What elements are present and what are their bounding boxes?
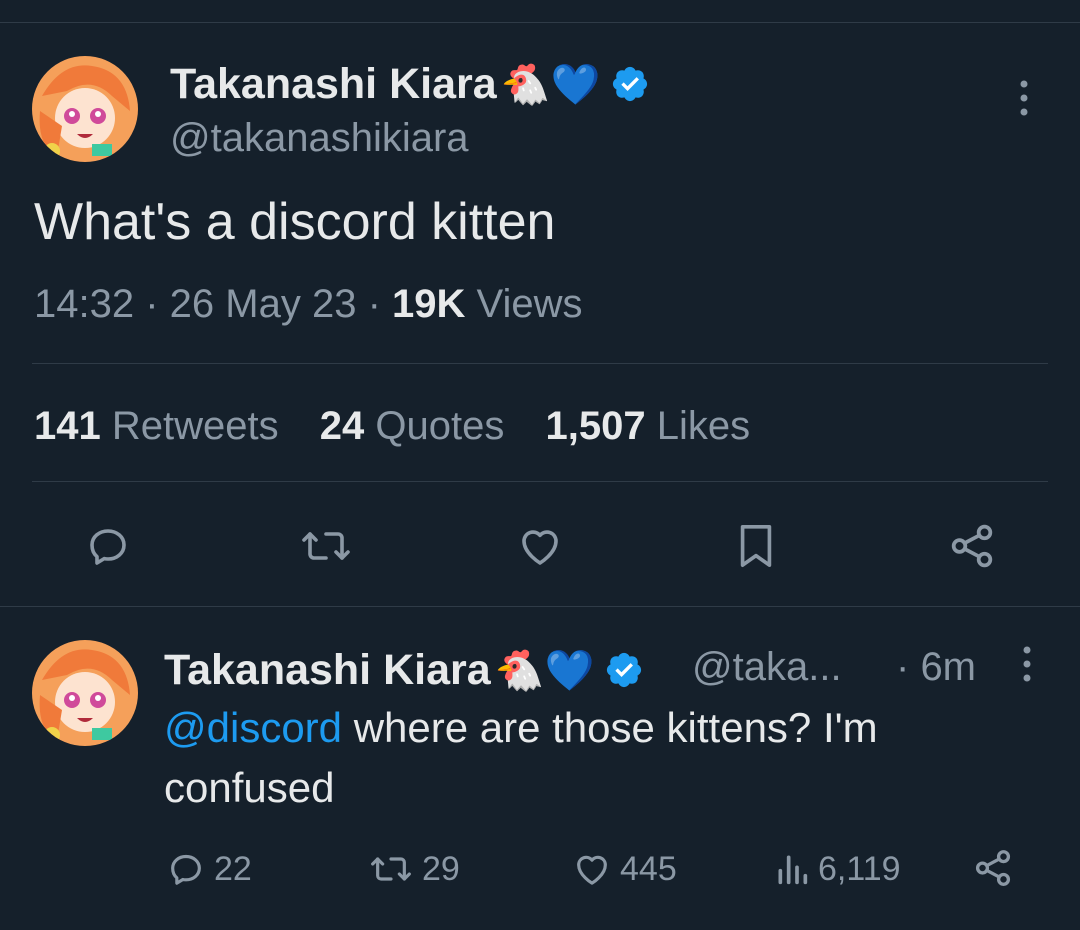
reply-author-handle[interactable]: @taka... [692,645,842,690]
likes-stat[interactable]: 1,507 Likes [545,404,750,448]
share-icon[interactable] [944,520,1000,572]
reply-button[interactable]: 22 [166,848,252,890]
chicken-heart-emoji: 🐔💙 [494,648,595,693]
tweet-meta: 14:32 · 26 May 23 · 19K Views [34,282,583,326]
divider [0,606,1080,607]
reply-icon [171,854,201,885]
quotes-stat[interactable]: 24 Quotes [320,404,505,448]
retweets-stat[interactable]: 141 Retweets [34,404,279,448]
verified-badge-icon [610,64,650,104]
reply-time[interactable]: · 6m [896,645,976,690]
retweet-count: 29 [422,849,460,888]
divider [32,481,1048,482]
author-handle[interactable]: @takanashikiara [170,116,469,161]
retweet-button[interactable]: 29 [368,848,460,890]
views-count: 19K [392,282,466,326]
like-button[interactable]: 445 [572,848,677,890]
views-button[interactable]: 6,119 [774,848,901,890]
tweet-text: What's a discord kitten [34,193,556,251]
retweet-icon[interactable] [296,520,356,572]
divider [32,363,1048,364]
author-name-text: Takanashi Kiara [170,59,497,108]
views-count: 6,119 [818,849,901,888]
reply-text-line2: confused [164,764,335,811]
bookmark-icon[interactable] [728,520,784,572]
reply-avatar[interactable] [32,640,138,746]
more-vertical-icon[interactable] [1012,78,1036,123]
like-icon[interactable] [512,520,568,572]
reply-text-line1: @discord where are those kittens? I'm [164,704,878,751]
more-vertical-icon[interactable] [1015,644,1039,689]
tweet-date[interactable]: 26 May 23 [170,282,357,326]
reply-count: 22 [214,849,252,888]
views-icon [778,855,808,885]
share-button[interactable] [972,846,1014,890]
views-label: Views [476,282,583,326]
engagement-stats: 141 Retweets 24 Quotes 1,507 Likes [34,404,780,449]
tweet-time[interactable]: 14:32 [34,282,134,326]
like-count: 445 [620,849,677,888]
author-name[interactable]: Takanashi Kiara 🐔💙 [170,56,650,112]
top-divider [0,22,1080,23]
reply-author-name-text: Takanashi Kiara [164,645,491,694]
share-icon [975,850,1011,886]
avatar[interactable] [32,56,138,162]
like-icon [577,855,607,885]
mention-link[interactable]: @discord [164,704,342,751]
reply-author-name[interactable]: Takanashi Kiara 🐔💙 [164,642,644,698]
retweet-icon [371,857,411,881]
chicken-heart-emoji: 🐔💙 [500,62,601,107]
verified-badge-icon [604,650,644,690]
reply-icon[interactable] [80,520,136,572]
